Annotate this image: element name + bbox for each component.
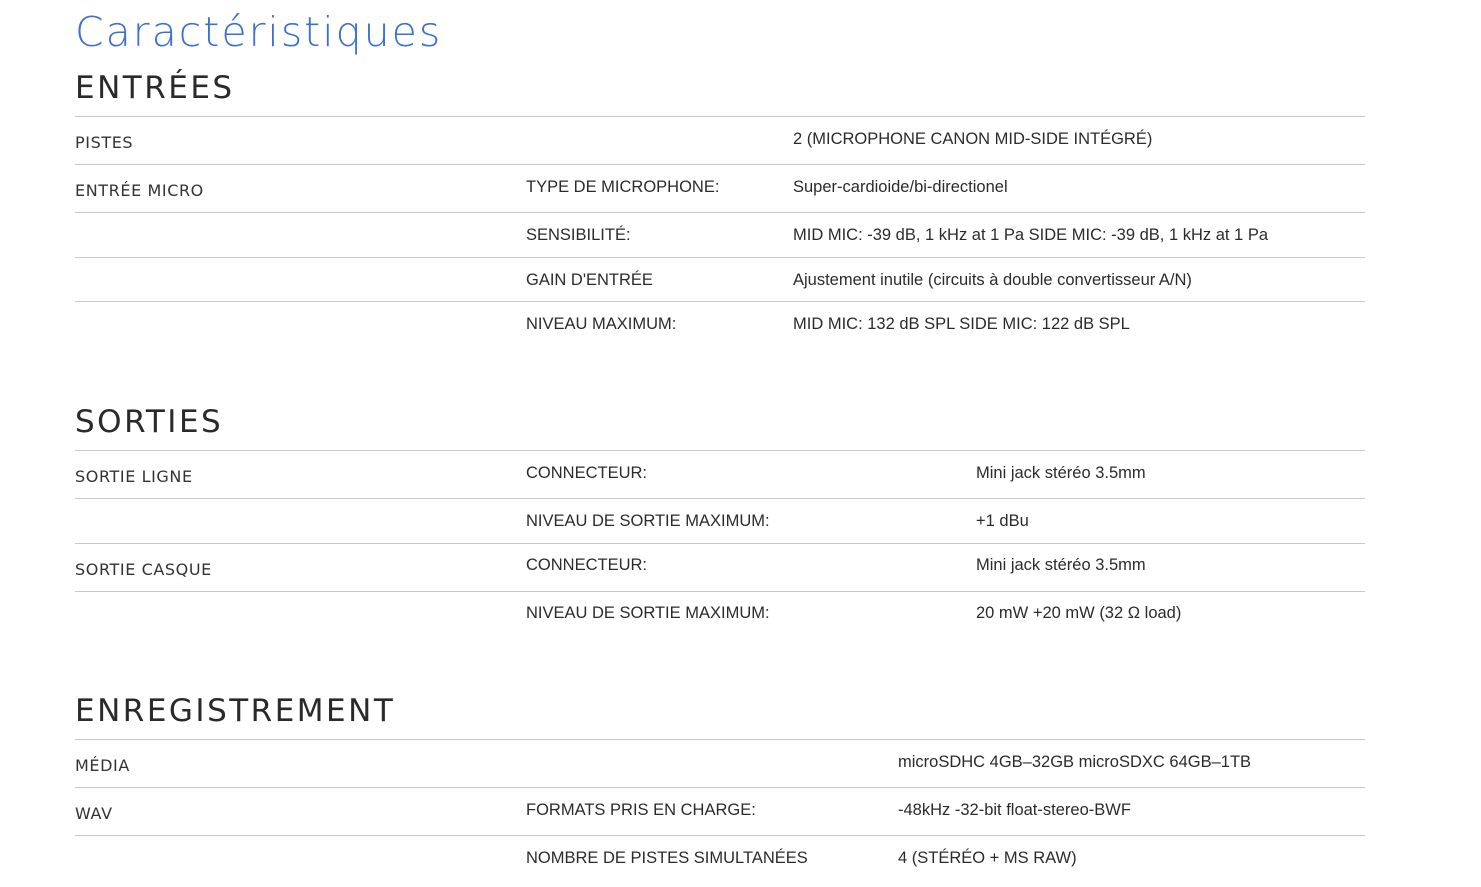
spec-param: CONNECTEUR: bbox=[526, 556, 648, 574]
spec-param: SENSIBILITÉ: bbox=[526, 226, 631, 244]
divider bbox=[75, 301, 1365, 302]
spec-value: Super-cardioide/bi-directionel bbox=[793, 178, 1008, 196]
spec-value: Mini jack stéréo 3.5mm bbox=[976, 556, 1146, 574]
spec-param: NOMBRE DE PISTES SIMULTANÉES bbox=[526, 849, 808, 867]
divider bbox=[75, 164, 1365, 165]
spec-param: NIVEAU DE SORTIE MAXIMUM: bbox=[526, 604, 770, 622]
spec-value: MID MIC: 132 dB SPL SIDE MIC: 122 dB SPL bbox=[793, 315, 1130, 333]
divider bbox=[75, 116, 1365, 117]
divider bbox=[75, 739, 1365, 740]
spec-value: -48kHz -32-bit float-stereo-BWF bbox=[898, 801, 1131, 819]
spec-value: 4 (STÉRÉO + MS RAW) bbox=[898, 849, 1077, 867]
divider bbox=[75, 257, 1365, 258]
spec-param: CONNECTEUR: bbox=[526, 464, 648, 482]
spec-value: 20 mW +20 mW (32 Ω load) bbox=[976, 604, 1182, 622]
divider bbox=[75, 835, 1365, 836]
page-title: Caractéristiques bbox=[75, 8, 443, 56]
spec-value: 2 (MICROPHONE CANON MID-SIDE INTÉGRÉ) bbox=[793, 130, 1153, 148]
row-label: WAV bbox=[75, 804, 113, 823]
spec-param: NIVEAU DE SORTIE MAXIMUM: bbox=[526, 512, 770, 530]
spec-value: MID MIC: -39 dB, 1 kHz at 1 Pa SIDE MIC:… bbox=[793, 226, 1268, 244]
divider bbox=[75, 591, 1365, 592]
row-label: MÉDIA bbox=[75, 756, 130, 775]
section-heading-recording: ENREGISTREMENT bbox=[75, 693, 396, 729]
spec-value: +1 dBu bbox=[976, 512, 1029, 530]
section-heading-inputs: ENTRÉES bbox=[75, 70, 235, 106]
row-label: SORTIE CASQUE bbox=[75, 560, 212, 579]
divider bbox=[75, 450, 1365, 451]
divider bbox=[75, 212, 1365, 213]
spec-value: Ajustement inutile (circuits à double co… bbox=[793, 271, 1192, 289]
row-label: PISTES bbox=[75, 133, 134, 152]
divider bbox=[75, 787, 1365, 788]
spec-param: GAIN D'ENTRÉE bbox=[526, 271, 653, 289]
spec-param: TYPE DE MICROPHONE: bbox=[526, 178, 720, 196]
spec-value: Mini jack stéréo 3.5mm bbox=[976, 464, 1146, 482]
spec-param: NIVEAU MAXIMUM: bbox=[526, 315, 677, 333]
divider bbox=[75, 543, 1365, 544]
spec-value: microSDHC 4GB–32GB microSDXC 64GB–1TB bbox=[898, 753, 1252, 771]
spec-param: FORMATS PRIS EN CHARGE: bbox=[526, 801, 756, 819]
divider bbox=[75, 498, 1365, 499]
section-heading-outputs: SORTIES bbox=[75, 404, 224, 440]
row-label: ENTRÉE MICRO bbox=[75, 181, 204, 200]
row-label: SORTIE LIGNE bbox=[75, 467, 193, 486]
